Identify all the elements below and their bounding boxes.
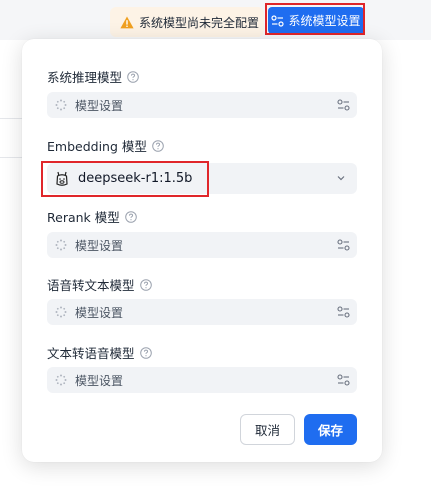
reasoning-model-placeholder: 模型设置 <box>75 98 124 113</box>
model-settings-icon[interactable] <box>337 99 350 111</box>
model-settings-icon[interactable] <box>337 239 350 251</box>
text-to-speech-model-placeholder: 模型设置 <box>75 373 124 388</box>
model-placeholder-icon <box>55 239 67 251</box>
warning-icon <box>120 16 134 28</box>
cancel-button[interactable]: 取消 <box>240 414 295 445</box>
reasoning-model-label-text: 系统推理模型 <box>47 70 123 85</box>
model-placeholder-icon <box>55 306 67 318</box>
rerank-model-label-text: Rerank 模型 <box>47 210 120 225</box>
rerank-model-placeholder: 模型设置 <box>75 238 124 253</box>
text-to-speech-model-label-text: 文本转语音模型 <box>47 346 135 361</box>
embedding-model-value: deepseek-r1:1.5b <box>78 171 193 186</box>
model-settings-icon[interactable] <box>337 306 350 318</box>
help-icon[interactable] <box>127 70 139 83</box>
chevron-down-icon[interactable] <box>336 173 346 183</box>
system-model-settings-button[interactable]: 系统模型设置 <box>268 7 364 34</box>
reasoning-model-select[interactable]: 模型设置 <box>47 92 357 118</box>
rerank-model-label: Rerank 模型 <box>47 207 137 226</box>
model-placeholder-icon <box>55 374 67 386</box>
embedding-model-select[interactable]: deepseek-r1:1.5b <box>47 163 357 194</box>
config-warning-badge: 系统模型尚未完全配置 <box>110 7 264 37</box>
model-placeholder-icon <box>55 99 67 111</box>
text-to-speech-model-label: 文本转语音模型 <box>47 343 152 362</box>
reasoning-model-label: 系统推理模型 <box>47 67 139 86</box>
system-model-settings-popover: 系统推理模型 模型设置 Embedding 模型 deepseek-r1:1.5… <box>22 39 382 462</box>
embedding-model-label: Embedding 模型 <box>47 136 164 155</box>
help-icon[interactable] <box>139 278 152 291</box>
warning-text: 系统模型尚未完全配置 <box>139 15 260 30</box>
rerank-model-select[interactable]: 模型设置 <box>47 232 357 258</box>
speech-to-text-model-select[interactable]: 模型设置 <box>47 299 357 325</box>
model-settings-icon[interactable] <box>337 374 350 386</box>
speech-to-text-model-label: 语音转文本模型 <box>47 275 152 294</box>
speech-to-text-model-label-text: 语音转文本模型 <box>47 278 135 293</box>
text-to-speech-model-select[interactable]: 模型设置 <box>47 367 357 393</box>
embedding-model-label-text: Embedding 模型 <box>47 139 147 154</box>
llama-model-icon <box>56 171 68 186</box>
help-icon[interactable] <box>124 210 137 223</box>
help-icon[interactable] <box>139 346 152 359</box>
speech-to-text-model-placeholder: 模型设置 <box>75 305 124 320</box>
save-button[interactable]: 保存 <box>304 414 357 445</box>
system-model-settings-label: 系统模型设置 <box>288 14 361 28</box>
settings-sliders-icon <box>271 14 285 27</box>
help-icon[interactable] <box>152 139 164 152</box>
